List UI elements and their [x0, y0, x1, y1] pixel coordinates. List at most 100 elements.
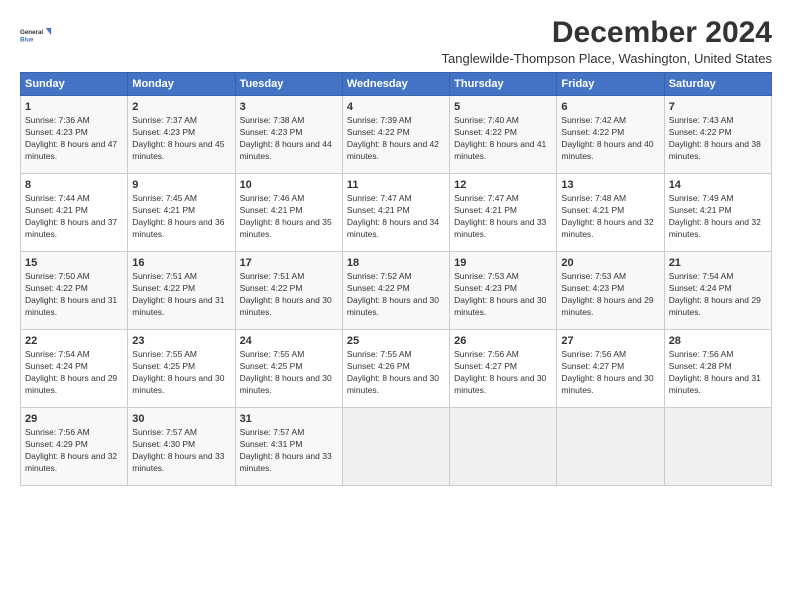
dow-tuesday: Tuesday [235, 73, 342, 96]
day-number: 12 [454, 178, 552, 192]
dow-friday: Friday [557, 73, 664, 96]
calendar-cell: 26Sunrise: 7:56 AMSunset: 4:27 PMDayligh… [450, 330, 557, 408]
calendar-cell: 31Sunrise: 7:57 AMSunset: 4:31 PMDayligh… [235, 408, 342, 486]
calendar-cell: 4Sunrise: 7:39 AMSunset: 4:22 PMDaylight… [342, 96, 449, 174]
calendar-cell [342, 408, 449, 486]
day-info: Sunrise: 7:56 AMSunset: 4:29 PMDaylight:… [25, 427, 123, 475]
calendar-cell [557, 408, 664, 486]
day-number: 17 [240, 256, 338, 270]
day-number: 8 [25, 178, 123, 192]
day-number: 18 [347, 256, 445, 270]
calendar-table: Sunday Monday Tuesday Wednesday Thursday… [20, 72, 772, 486]
day-info: Sunrise: 7:54 AMSunset: 4:24 PMDaylight:… [669, 271, 767, 319]
calendar-cell: 22Sunrise: 7:54 AMSunset: 4:24 PMDayligh… [21, 330, 128, 408]
day-number: 14 [669, 178, 767, 192]
page: General Blue December 2024 Tanglewilde-T… [0, 0, 792, 612]
calendar-cell: 27Sunrise: 7:56 AMSunset: 4:27 PMDayligh… [557, 330, 664, 408]
day-info: Sunrise: 7:44 AMSunset: 4:21 PMDaylight:… [25, 193, 123, 241]
day-info: Sunrise: 7:38 AMSunset: 4:23 PMDaylight:… [240, 115, 338, 163]
calendar-cell: 18Sunrise: 7:52 AMSunset: 4:22 PMDayligh… [342, 252, 449, 330]
calendar-cell [450, 408, 557, 486]
dow-wednesday: Wednesday [342, 73, 449, 96]
day-info: Sunrise: 7:47 AMSunset: 4:21 PMDaylight:… [454, 193, 552, 241]
day-info: Sunrise: 7:48 AMSunset: 4:21 PMDaylight:… [561, 193, 659, 241]
dow-thursday: Thursday [450, 73, 557, 96]
calendar-cell: 28Sunrise: 7:56 AMSunset: 4:28 PMDayligh… [664, 330, 771, 408]
calendar-cell: 11Sunrise: 7:47 AMSunset: 4:21 PMDayligh… [342, 174, 449, 252]
day-number: 26 [454, 334, 552, 348]
logo: General Blue [20, 20, 52, 52]
day-number: 6 [561, 100, 659, 114]
calendar-cell: 30Sunrise: 7:57 AMSunset: 4:30 PMDayligh… [128, 408, 235, 486]
calendar-cell: 15Sunrise: 7:50 AMSunset: 4:22 PMDayligh… [21, 252, 128, 330]
day-number: 21 [669, 256, 767, 270]
calendar-cell: 8Sunrise: 7:44 AMSunset: 4:21 PMDaylight… [21, 174, 128, 252]
main-title: December 2024 [442, 16, 772, 49]
day-number: 2 [132, 100, 230, 114]
calendar-cell: 2Sunrise: 7:37 AMSunset: 4:23 PMDaylight… [128, 96, 235, 174]
day-info: Sunrise: 7:56 AMSunset: 4:28 PMDaylight:… [669, 349, 767, 397]
calendar-cell: 5Sunrise: 7:40 AMSunset: 4:22 PMDaylight… [450, 96, 557, 174]
calendar-cell: 24Sunrise: 7:55 AMSunset: 4:25 PMDayligh… [235, 330, 342, 408]
day-info: Sunrise: 7:57 AMSunset: 4:30 PMDaylight:… [132, 427, 230, 475]
svg-text:Blue: Blue [20, 36, 34, 43]
day-info: Sunrise: 7:50 AMSunset: 4:22 PMDaylight:… [25, 271, 123, 319]
day-info: Sunrise: 7:36 AMSunset: 4:23 PMDaylight:… [25, 115, 123, 163]
day-info: Sunrise: 7:52 AMSunset: 4:22 PMDaylight:… [347, 271, 445, 319]
day-number: 31 [240, 412, 338, 426]
svg-text:General: General [20, 29, 43, 36]
day-number: 9 [132, 178, 230, 192]
day-number: 25 [347, 334, 445, 348]
day-info: Sunrise: 7:55 AMSunset: 4:25 PMDaylight:… [132, 349, 230, 397]
day-number: 28 [669, 334, 767, 348]
calendar-cell: 13Sunrise: 7:48 AMSunset: 4:21 PMDayligh… [557, 174, 664, 252]
calendar-cell: 20Sunrise: 7:53 AMSunset: 4:23 PMDayligh… [557, 252, 664, 330]
day-info: Sunrise: 7:37 AMSunset: 4:23 PMDaylight:… [132, 115, 230, 163]
day-info: Sunrise: 7:51 AMSunset: 4:22 PMDaylight:… [132, 271, 230, 319]
calendar-cell: 17Sunrise: 7:51 AMSunset: 4:22 PMDayligh… [235, 252, 342, 330]
day-info: Sunrise: 7:42 AMSunset: 4:22 PMDaylight:… [561, 115, 659, 163]
day-info: Sunrise: 7:40 AMSunset: 4:22 PMDaylight:… [454, 115, 552, 163]
day-number: 24 [240, 334, 338, 348]
calendar-cell: 19Sunrise: 7:53 AMSunset: 4:23 PMDayligh… [450, 252, 557, 330]
day-number: 13 [561, 178, 659, 192]
calendar-cell: 10Sunrise: 7:46 AMSunset: 4:21 PMDayligh… [235, 174, 342, 252]
day-number: 5 [454, 100, 552, 114]
day-number: 22 [25, 334, 123, 348]
day-info: Sunrise: 7:53 AMSunset: 4:23 PMDaylight:… [454, 271, 552, 319]
title-area: December 2024 Tanglewilde-Thompson Place… [442, 16, 772, 66]
day-number: 16 [132, 256, 230, 270]
day-info: Sunrise: 7:57 AMSunset: 4:31 PMDaylight:… [240, 427, 338, 475]
day-info: Sunrise: 7:55 AMSunset: 4:25 PMDaylight:… [240, 349, 338, 397]
calendar-cell [664, 408, 771, 486]
calendar-cell: 29Sunrise: 7:56 AMSunset: 4:29 PMDayligh… [21, 408, 128, 486]
calendar-cell: 25Sunrise: 7:55 AMSunset: 4:26 PMDayligh… [342, 330, 449, 408]
calendar-cell: 9Sunrise: 7:45 AMSunset: 4:21 PMDaylight… [128, 174, 235, 252]
day-info: Sunrise: 7:43 AMSunset: 4:22 PMDaylight:… [669, 115, 767, 163]
day-number: 30 [132, 412, 230, 426]
calendar-cell: 14Sunrise: 7:49 AMSunset: 4:21 PMDayligh… [664, 174, 771, 252]
day-info: Sunrise: 7:39 AMSunset: 4:22 PMDaylight:… [347, 115, 445, 163]
day-number: 20 [561, 256, 659, 270]
calendar-cell: 12Sunrise: 7:47 AMSunset: 4:21 PMDayligh… [450, 174, 557, 252]
calendar-cell: 1Sunrise: 7:36 AMSunset: 4:23 PMDaylight… [21, 96, 128, 174]
day-info: Sunrise: 7:46 AMSunset: 4:21 PMDaylight:… [240, 193, 338, 241]
days-of-week-row: Sunday Monday Tuesday Wednesday Thursday… [21, 73, 772, 96]
day-info: Sunrise: 7:53 AMSunset: 4:23 PMDaylight:… [561, 271, 659, 319]
day-number: 19 [454, 256, 552, 270]
day-info: Sunrise: 7:56 AMSunset: 4:27 PMDaylight:… [561, 349, 659, 397]
day-info: Sunrise: 7:47 AMSunset: 4:21 PMDaylight:… [347, 193, 445, 241]
calendar-header: Sunday Monday Tuesday Wednesday Thursday… [21, 73, 772, 96]
day-number: 4 [347, 100, 445, 114]
day-number: 15 [25, 256, 123, 270]
calendar-cell: 16Sunrise: 7:51 AMSunset: 4:22 PMDayligh… [128, 252, 235, 330]
calendar-cell: 7Sunrise: 7:43 AMSunset: 4:22 PMDaylight… [664, 96, 771, 174]
calendar-cell: 21Sunrise: 7:54 AMSunset: 4:24 PMDayligh… [664, 252, 771, 330]
calendar-cell: 6Sunrise: 7:42 AMSunset: 4:22 PMDaylight… [557, 96, 664, 174]
calendar-cell: 3Sunrise: 7:38 AMSunset: 4:23 PMDaylight… [235, 96, 342, 174]
day-info: Sunrise: 7:51 AMSunset: 4:22 PMDaylight:… [240, 271, 338, 319]
calendar-cell: 23Sunrise: 7:55 AMSunset: 4:25 PMDayligh… [128, 330, 235, 408]
day-number: 27 [561, 334, 659, 348]
dow-saturday: Saturday [664, 73, 771, 96]
calendar-body: 1Sunrise: 7:36 AMSunset: 4:23 PMDaylight… [21, 96, 772, 486]
